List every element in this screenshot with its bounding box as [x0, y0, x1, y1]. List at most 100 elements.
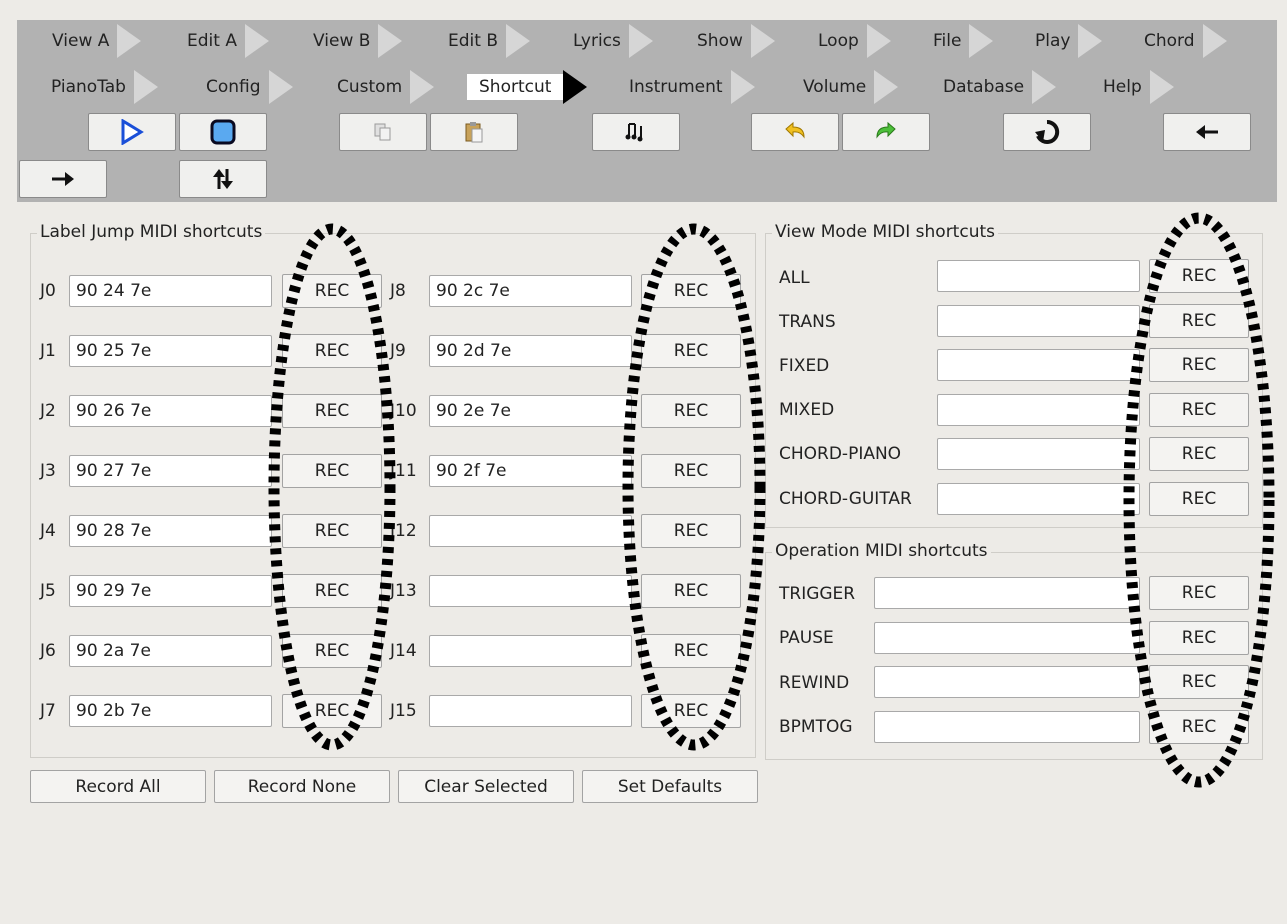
rec-button[interactable]: REC	[1149, 621, 1249, 655]
undo-button[interactable]	[751, 113, 839, 151]
rec-button[interactable]: REC	[1149, 665, 1249, 699]
record-none-button[interactable]: Record None	[214, 770, 390, 803]
jump-field[interactable]	[429, 515, 632, 547]
tab-label: Show	[697, 31, 743, 51]
tab-instrument[interactable]: Instrument	[629, 70, 755, 104]
tab-arrow-icon	[866, 24, 891, 58]
paste-button[interactable]	[430, 113, 518, 151]
view-label: CHORD-GUITAR	[779, 489, 912, 509]
tab-view-b[interactable]: View B	[313, 24, 403, 58]
op-field[interactable]	[874, 666, 1140, 698]
op-field[interactable]	[874, 622, 1140, 654]
jump-field[interactable]	[429, 575, 632, 607]
rec-button[interactable]: REC	[641, 634, 741, 668]
view-label: TRANS	[779, 312, 836, 332]
redo-button[interactable]	[842, 113, 930, 151]
tab-config[interactable]: Config	[206, 70, 293, 104]
music-notes-button[interactable]	[592, 113, 680, 151]
tab-pianotab[interactable]: PianoTab	[51, 70, 158, 104]
tab-play[interactable]: Play	[1035, 24, 1103, 58]
tab-help[interactable]: Help	[1103, 70, 1174, 104]
tab-volume[interactable]: Volume	[803, 70, 899, 104]
rec-button[interactable]: REC	[282, 634, 382, 668]
jump-field[interactable]	[429, 635, 632, 667]
rec-button[interactable]: REC	[1149, 393, 1249, 427]
op-field[interactable]	[874, 577, 1140, 609]
view-field[interactable]	[937, 260, 1140, 292]
rec-button[interactable]: REC	[1149, 348, 1249, 382]
jump-field[interactable]: 90 24 7e	[69, 275, 272, 307]
jump-field[interactable]	[429, 695, 632, 727]
view-field[interactable]	[937, 305, 1140, 337]
jump-label: J11	[390, 461, 417, 481]
rec-button[interactable]: REC	[1149, 710, 1249, 744]
tab-edit-a[interactable]: Edit A	[187, 24, 269, 58]
stop-button[interactable]	[179, 113, 267, 151]
jump-field[interactable]: 90 2b 7e	[69, 695, 272, 727]
jump-field[interactable]: 90 2e 7e	[429, 395, 632, 427]
jump-field[interactable]: 90 2d 7e	[429, 335, 632, 367]
tab-database[interactable]: Database	[943, 70, 1057, 104]
rec-button[interactable]: REC	[641, 694, 741, 728]
undo-icon	[785, 121, 805, 139]
play-button[interactable]	[88, 113, 176, 151]
jump-field[interactable]: 90 2c 7e	[429, 275, 632, 307]
tab-show[interactable]: Show	[697, 24, 775, 58]
set-defaults-button[interactable]: Set Defaults	[582, 770, 758, 803]
rec-button[interactable]: REC	[282, 274, 382, 308]
rec-button[interactable]: REC	[641, 394, 741, 428]
view-field[interactable]	[937, 394, 1140, 426]
op-field[interactable]	[874, 711, 1140, 743]
jump-field[interactable]: 90 29 7e	[69, 575, 272, 607]
rec-button[interactable]: REC	[641, 454, 741, 488]
rec-button[interactable]: REC	[641, 274, 741, 308]
view-field[interactable]	[937, 349, 1140, 381]
arrow-left-button[interactable]	[1163, 113, 1251, 151]
arrow-right-icon	[52, 172, 74, 186]
rewind-button[interactable]	[1003, 113, 1091, 151]
tab-custom[interactable]: Custom	[337, 70, 435, 104]
tab-arrow-icon	[750, 24, 775, 58]
rec-button[interactable]: REC	[282, 694, 382, 728]
view-field[interactable]	[937, 438, 1140, 470]
arrow-right-button[interactable]	[19, 160, 107, 198]
tab-chord[interactable]: Chord	[1144, 24, 1227, 58]
rec-button[interactable]: REC	[1149, 259, 1249, 293]
tab-file[interactable]: File	[933, 24, 994, 58]
rec-button[interactable]: REC	[282, 514, 382, 548]
jump-field[interactable]: 90 2a 7e	[69, 635, 272, 667]
view-field[interactable]	[937, 483, 1140, 515]
label-jump-title: Label Jump MIDI shortcuts	[37, 222, 266, 242]
rec-button[interactable]: REC	[1149, 437, 1249, 471]
tab-arrow-icon	[410, 70, 435, 104]
jump-field[interactable]: 90 25 7e	[69, 335, 272, 367]
jump-field[interactable]: 90 27 7e	[69, 455, 272, 487]
copy-button[interactable]	[339, 113, 427, 151]
tab-view-a[interactable]: View A	[52, 24, 142, 58]
tab-shortcut[interactable]: Shortcut	[467, 70, 588, 104]
rec-button[interactable]: REC	[282, 394, 382, 428]
jump-field[interactable]: 90 26 7e	[69, 395, 272, 427]
jump-field[interactable]: 90 28 7e	[69, 515, 272, 547]
swap-vertical-button[interactable]	[179, 160, 267, 198]
rec-button[interactable]: REC	[641, 574, 741, 608]
rec-button[interactable]: REC	[1149, 304, 1249, 338]
tab-edit-b[interactable]: Edit B	[448, 24, 530, 58]
jump-field[interactable]: 90 2f 7e	[429, 455, 632, 487]
rec-button[interactable]: REC	[282, 454, 382, 488]
tab-arrow-icon	[874, 70, 899, 104]
tab-arrow-icon	[563, 70, 588, 104]
op-label: TRIGGER	[779, 584, 856, 604]
rec-button[interactable]: REC	[1149, 482, 1249, 516]
rec-button[interactable]: REC	[282, 334, 382, 368]
record-all-button[interactable]: Record All	[30, 770, 206, 803]
rec-button[interactable]: REC	[641, 334, 741, 368]
tab-lyrics[interactable]: Lyrics	[573, 24, 653, 58]
rec-button[interactable]: REC	[282, 574, 382, 608]
op-label: PAUSE	[779, 628, 834, 648]
tab-label: Database	[943, 77, 1025, 97]
rec-button[interactable]: REC	[641, 514, 741, 548]
clear-selected-button[interactable]: Clear Selected	[398, 770, 574, 803]
rec-button[interactable]: REC	[1149, 576, 1249, 610]
tab-loop[interactable]: Loop	[818, 24, 891, 58]
